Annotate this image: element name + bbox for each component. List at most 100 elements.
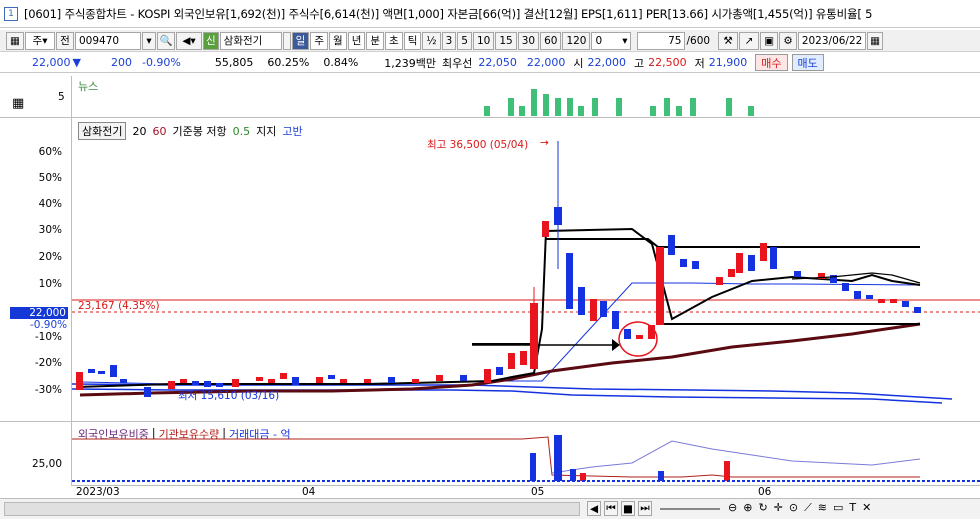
sell-button[interactable]: 매도 [791,54,824,71]
low-annotation: 최저 15,610 (03/16) [178,390,280,402]
chevron-down-icon[interactable]: ▾ [142,31,156,50]
y-tick-20: 20% [38,251,62,263]
period-minute-button[interactable]: 분 [366,31,385,50]
y-tick-10: 10% [38,278,62,290]
buy-button[interactable]: 매수 [755,54,788,71]
minute-120-button[interactable]: 120 [562,31,591,50]
zoom-slider[interactable] [660,508,720,510]
channel-icon[interactable]: ▭ [833,501,843,515]
y-tick-60: 60% [38,146,62,158]
market-type-label: 주 [32,35,43,47]
step-forward-icon[interactable]: ⏭ [638,501,652,516]
zero-value: 0 [595,34,603,47]
fibonacci-icon[interactable]: ≋ [818,501,827,515]
draw-icon[interactable]: ↗ [739,31,760,50]
high-annotation: 최고 36,500 (05/04) [427,139,529,151]
x-label-05: 05 [531,486,545,498]
period-year-button[interactable]: 년 [347,31,366,50]
stop-icon[interactable]: ■ [621,501,635,516]
candlestick-chart [72,141,980,404]
volume-ratio: 60.25% [267,56,310,69]
chevron-down-icon: ▾ [42,34,48,47]
title-bar: 1 [0601] 주식종합차트 - KOSPI 외국인보유[1,692(천)] … [0,0,980,28]
period-day-button[interactable]: 일 [291,31,310,50]
period-second-button[interactable]: 초 [385,31,403,50]
period-week-button[interactable]: 주 [310,31,329,50]
window-number: 1 [4,6,18,21]
minute-5-button[interactable]: 5 [457,31,472,50]
magnifier-icon[interactable]: ⊙ [789,501,798,515]
minute-3-button[interactable]: 3 [441,31,457,50]
ref-line-label: 23,167 (4.35%) [78,300,160,312]
bottom-scrollbar[interactable]: ◀ ⏮ ■ ⏭ ⊖ ⊕ ↻ ✛ ⊙ ⟋ ≋ ▭ T ✕ [0,498,980,519]
horizontal-scrollbar[interactable] [4,502,580,516]
open-price: 22,000 [587,56,627,69]
turnover-value: 0.84% [323,56,359,69]
y-tick-minus30: -30% [34,384,62,396]
erase-icon[interactable]: ✕ [862,501,871,515]
zero-select[interactable]: 0 ▾ [591,31,632,50]
period-month-button[interactable]: 월 [329,31,347,50]
save-icon[interactable]: ▣ [760,31,779,50]
count-input[interactable]: 75 [637,31,686,50]
x-axis [72,485,980,498]
scroll-left-icon[interactable]: ◀ [587,501,601,516]
y-tick-30: 30% [38,224,62,236]
trade-amount: 1,239백만 [384,56,437,70]
period-tick-button[interactable]: 틱 [403,31,422,50]
open-label: 시 [573,56,584,70]
fraction-button[interactable]: ½ [422,31,441,50]
current-price: 22,000 [32,56,71,69]
step-back-icon[interactable]: ⏮ [604,501,618,516]
x-label-04: 04 [302,486,316,498]
minute-10-button[interactable]: 10 [472,31,495,50]
open-value: 22,000 [526,56,566,69]
x-label-06: 06 [758,486,772,498]
minute-30-button[interactable]: 30 [517,31,540,50]
market-type-select[interactable]: 주 ▾ [25,31,55,50]
y-tick-40: 40% [38,198,62,210]
investor-chart [72,435,980,482]
y-tick-50: 50% [38,172,62,184]
arrow-right-icon: → [540,137,549,149]
grid-icon[interactable]: ▦ [6,31,24,50]
chart-settings-icon[interactable]: ⚒ [718,31,739,50]
current-pct-marker: -0.90% [30,319,68,331]
low-label: 저 [694,56,705,70]
crosshair-icon[interactable]: ✛ [774,501,783,515]
all-button[interactable]: 전 [56,31,74,50]
search-icon[interactable]: 🔍 [157,31,175,50]
change-percent: -0.90% [141,56,181,69]
y-tick-minus20: -20% [34,357,62,369]
separator [282,31,291,50]
date-input[interactable]: 2023/06/22 [798,31,867,50]
current-price-marker: 22,000 [10,307,68,319]
stock-code-input[interactable]: 009470 [75,31,141,50]
minute-15-button[interactable]: 15 [495,31,517,50]
quote-bar: 22,000 ▼ 200 -0.90% 55,805 60.25% 0.84% … [0,53,980,73]
stock-badge: 신 [203,31,219,50]
window-title: [0601] 주식종합차트 - KOSPI 외국인보유[1,692(천)] 주식… [24,6,873,21]
best-label: 최우선 [442,56,473,70]
volume-value: 55,805 [214,56,254,69]
minute-60-button[interactable]: 60 [540,31,562,50]
calendar-icon[interactable]: ▦ [867,31,884,50]
trend-icon[interactable]: ⟋ [804,501,812,515]
high-label: 고 [634,56,645,70]
gear-icon[interactable]: ⚙ [779,31,798,50]
y-tick-minus10: -10% [34,331,62,343]
zoom-in-icon[interactable]: ⊕ [743,501,752,515]
chevron-down-icon: ▾ [622,34,628,47]
toolbar: ▦ 주 ▾ 전 009470 ▾ 🔍 ◀▾ 신 삼화전기 일 주 월 년 분 초 … [0,30,980,52]
zoom-out-icon[interactable]: ⊖ [728,501,737,515]
speaker-icon[interactable]: ◀▾ [176,31,202,50]
change-value: 200 [110,56,132,69]
down-arrow-icon: ▼ [72,56,81,69]
text-icon[interactable]: T [849,501,856,515]
stock-name: 삼화전기 [219,31,282,50]
best-value: 22,050 [478,56,517,69]
count-total: /600 [686,34,711,47]
high-price: 22,500 [648,56,687,69]
refresh-icon[interactable]: ↻ [758,501,767,515]
news-bars [484,89,754,116]
